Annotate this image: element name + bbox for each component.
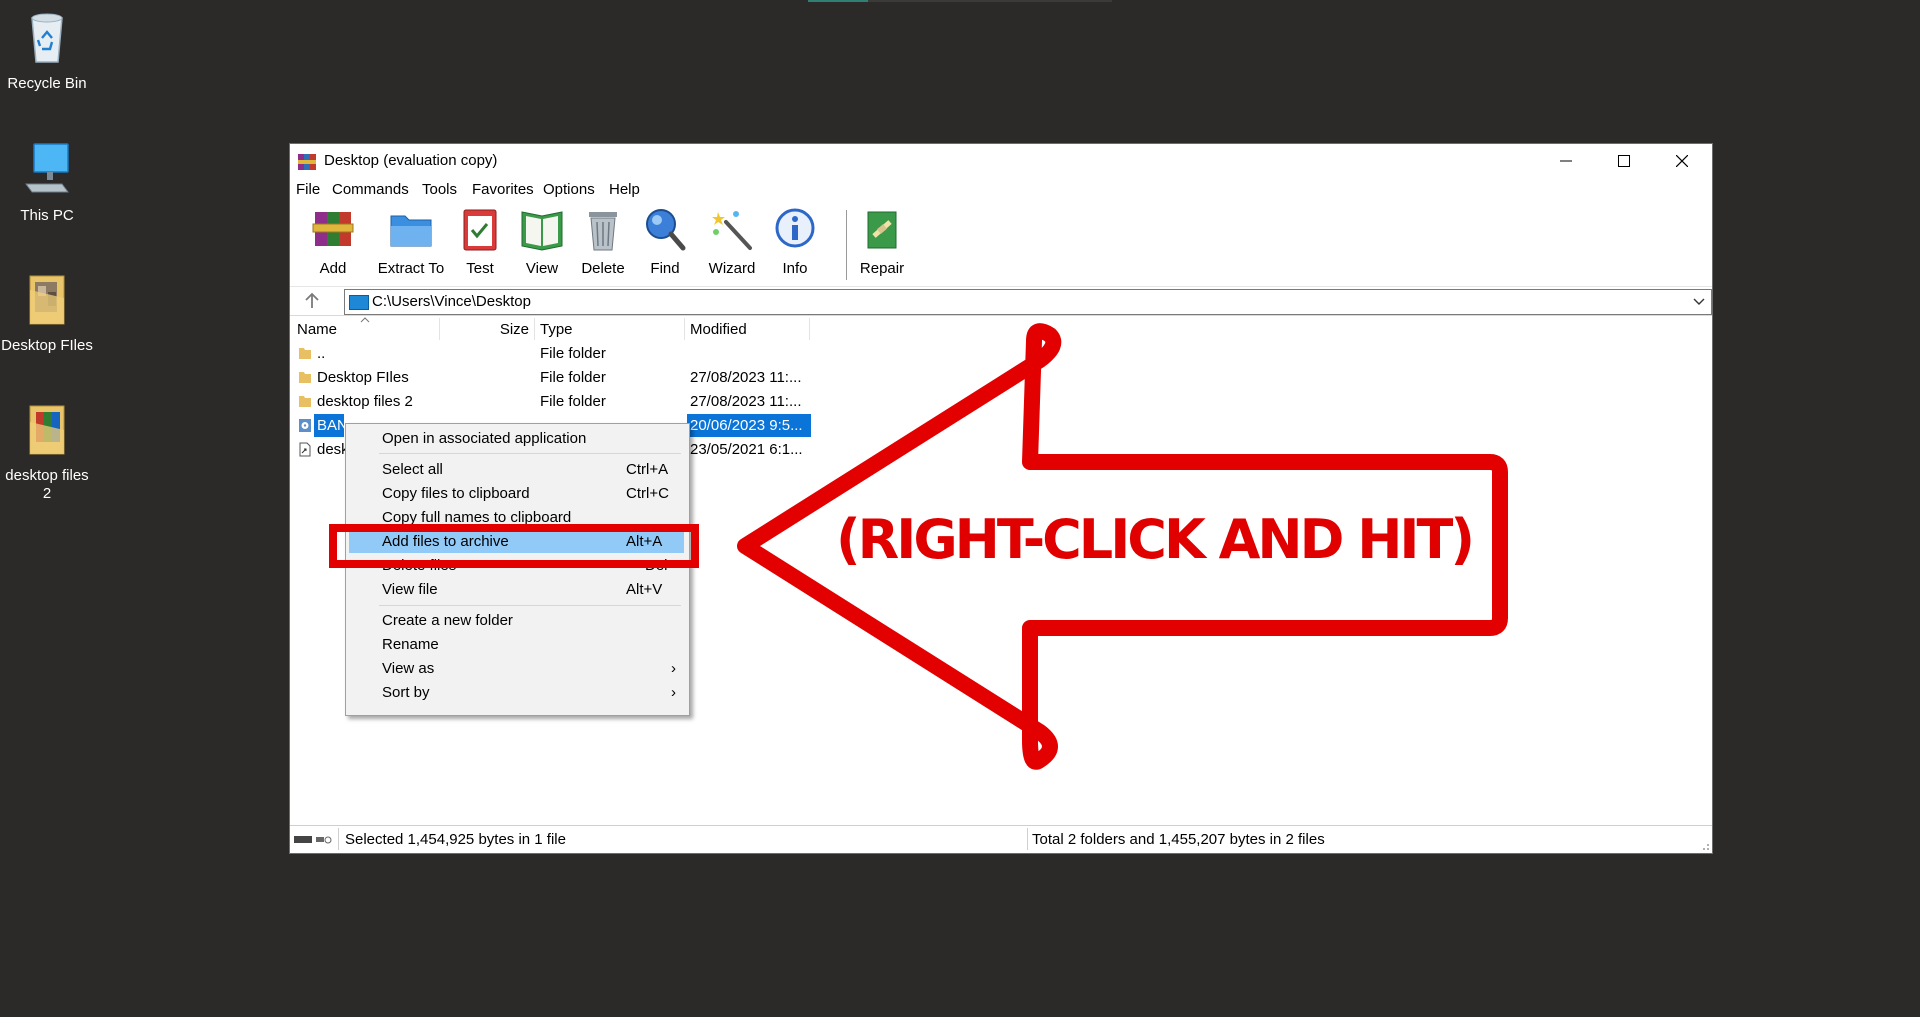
annotation-text: (RIGHT-CLICK AND HIT) [836,508,1475,571]
